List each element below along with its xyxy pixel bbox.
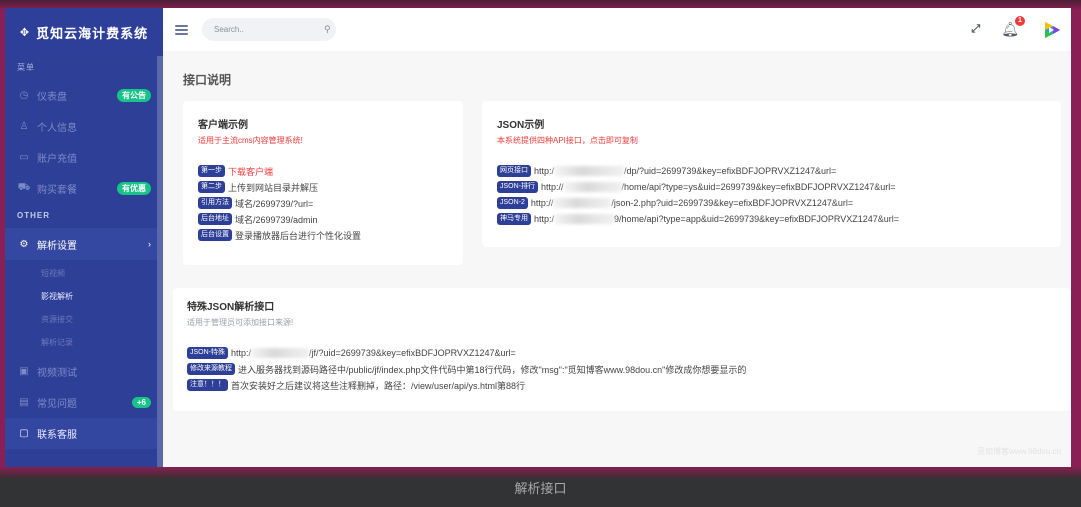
sidebar-item-buy-plan[interactable]: ⛟ 购买套餐 有优惠 bbox=[5, 173, 163, 204]
redacted-domain bbox=[554, 166, 625, 176]
sidebar-item-dashboard[interactable]: ◷ 仪表盘 有公告 bbox=[5, 80, 163, 111]
api-tag: JSON-2 bbox=[497, 197, 528, 209]
api-tag: JSON-排行 bbox=[497, 181, 538, 193]
card-subtitle: 适用于主流cms内容管理系统! bbox=[198, 136, 303, 145]
step-tag: 后台地址 bbox=[198, 213, 232, 225]
brand[interactable]: ✥ 觅知云海计费系统 bbox=[5, 8, 163, 56]
faq-count-badge: +6 bbox=[131, 397, 151, 408]
special-json-card: 特殊JSON解析接口 适用于管理员可添加接口来源! JSON-特殊 http:/… bbox=[173, 288, 1071, 411]
discount-badge: 有优惠 bbox=[117, 182, 151, 195]
gear-icon: ⚙ bbox=[19, 238, 29, 250]
sidebar-item-contact[interactable]: ▢ 联系客服 bbox=[5, 418, 163, 449]
search-icon[interactable]: ⚲ bbox=[324, 24, 331, 35]
card-title: 客户端示例 bbox=[198, 120, 248, 131]
sidebar-item-recharge[interactable]: ▭ 账户充值 bbox=[5, 142, 163, 173]
step-tag: 第一步 bbox=[198, 165, 225, 177]
step-tag: 第二步 bbox=[198, 181, 225, 193]
app-window: ✥ 觅知云海计费系统 菜单 ◷ 仪表盘 有公告 ♙ 个人信息 ▭ 账户充值 ⛟ … bbox=[5, 8, 1071, 467]
json-example-card: JSON示例 本系统提供四种API接口，点击即可复制 网页接口 http://d… bbox=[482, 101, 1061, 247]
api-tag: JSON-特殊 bbox=[187, 347, 228, 359]
image-caption: 解析接口 bbox=[514, 482, 567, 497]
client-example-card: 客户端示例 适用于主流cms内容管理系统! 第一步 下载客户端 第二步 上传到网… bbox=[183, 101, 463, 265]
notification-badge: 1 bbox=[1015, 16, 1025, 26]
move-icon: ✥ bbox=[19, 26, 31, 39]
warning-tag: 注意！！！ bbox=[187, 379, 228, 391]
list-item: 后台设置 登录播放器后台进行个性化设置 bbox=[198, 227, 448, 243]
topbar: ⚲ ⤢ 🔔︎ 1 bbox=[163, 8, 1071, 51]
list-item: 引用方法 域名/2699739/?url= bbox=[198, 195, 448, 211]
search-box: ⚲ bbox=[202, 18, 336, 41]
sidebar-item-profile[interactable]: ♙ 个人信息 bbox=[5, 111, 163, 142]
submenu-movie-parse[interactable]: 影视解析 bbox=[5, 285, 163, 308]
api-row[interactable]: JSON-特殊 http://jf/?uid=2699739&key=efixB… bbox=[187, 345, 1057, 361]
bell-icon[interactable]: 🔔︎ 1 bbox=[1001, 16, 1025, 38]
api-row[interactable]: JSON-2 http:///json-2.php?uid=2699739&ke… bbox=[497, 195, 1046, 211]
submenu-resource-submit[interactable]: 资源接交 bbox=[5, 308, 163, 331]
topbar-actions: ⤢ 🔔︎ 1 bbox=[949, 8, 1063, 51]
list-item: 修改来源教程 进入服务器找到源码路径中/public/jf/index.php文… bbox=[187, 361, 1057, 377]
dashboard-icon: ◷ bbox=[19, 90, 29, 101]
parse-settings-submenu: 短视频 影视解析 资源接交 解析记录 bbox=[5, 260, 163, 356]
submenu-parse-records[interactable]: 解析记录 bbox=[5, 331, 163, 354]
user-icon: ♙ bbox=[19, 121, 29, 132]
redacted-domain bbox=[553, 198, 612, 208]
list-item: 第二步 上传到网站目录并解压 bbox=[198, 179, 448, 195]
card-title: 特殊JSON解析接口 bbox=[187, 302, 275, 313]
sidebar-item-parse-settings[interactable]: ⚙ 解析设置 › bbox=[5, 228, 163, 260]
api-row[interactable]: JSON-排行 http:///home/api?type=ys&uid=269… bbox=[497, 179, 1046, 195]
sidebar-item-video-test[interactable]: ▣ 视频测试 bbox=[5, 356, 163, 387]
download-client-link[interactable]: 下载客户端 bbox=[228, 165, 273, 178]
tutorial-tag: 修改来源教程 bbox=[187, 363, 235, 375]
api-row[interactable]: 网页接口 http://dp/?uid=2699739&key=efixBDFJ… bbox=[497, 163, 1046, 179]
redacted-domain bbox=[554, 214, 615, 224]
cart-icon: ⛟ bbox=[17, 182, 31, 193]
chat-icon: ▢ bbox=[19, 428, 29, 439]
api-row[interactable]: 神马专用 http:/9/home/api?type=app&uid=26997… bbox=[497, 211, 1046, 227]
avatar[interactable] bbox=[1041, 19, 1063, 41]
list-item: 第一步 下载客户端 bbox=[198, 163, 448, 179]
card-subtitle: 本系统提供四种API接口，点击即可复制 bbox=[497, 136, 638, 145]
announcement-badge: 有公告 bbox=[117, 89, 151, 102]
card-subtitle: 适用于管理员可添加接口来源! bbox=[187, 318, 294, 327]
page-title: 接口说明 bbox=[183, 73, 232, 87]
other-section-label: OTHER bbox=[17, 211, 50, 220]
fullscreen-icon[interactable]: ⤢ bbox=[971, 23, 980, 36]
redacted-domain bbox=[251, 348, 310, 358]
chevron-right-icon: › bbox=[148, 239, 151, 249]
watermark: 觅知博客www.98dou.cn bbox=[976, 447, 1061, 456]
step-tag: 引用方法 bbox=[198, 197, 232, 209]
app-logo-icon bbox=[1045, 21, 1060, 38]
sidebar-item-faq[interactable]: ▤ 常见问题 +6 bbox=[5, 387, 163, 418]
search-input[interactable] bbox=[214, 25, 324, 34]
doc-icon: ▤ bbox=[19, 397, 29, 408]
video-icon: ▣ bbox=[19, 366, 29, 377]
redacted-domain bbox=[563, 182, 622, 192]
step-tag: 后台设置 bbox=[198, 229, 232, 241]
menu-toggle-icon[interactable] bbox=[175, 24, 188, 35]
brand-title: 觅知云海计费系统 bbox=[36, 25, 149, 41]
api-tag: 网页接口 bbox=[497, 165, 531, 177]
list-item: 注意！！！ 首次安装好之后建议将这些注释删掉，路径：/view/user/api… bbox=[187, 377, 1057, 393]
api-tag: 神马专用 bbox=[497, 213, 531, 225]
card-title: JSON示例 bbox=[497, 120, 545, 131]
sidebar: ✥ 觅知云海计费系统 菜单 ◷ 仪表盘 有公告 ♙ 个人信息 ▭ 账户充值 ⛟ … bbox=[5, 8, 163, 467]
card-icon: ▭ bbox=[19, 152, 29, 163]
submenu-short-video[interactable]: 短视频 bbox=[5, 262, 163, 285]
main-content: ⚲ ⤢ 🔔︎ 1 接口说明 bbox=[163, 8, 1071, 467]
list-item: 后台地址 域名/2699739/admin bbox=[198, 211, 448, 227]
menu-section-label: 菜单 bbox=[17, 63, 35, 72]
